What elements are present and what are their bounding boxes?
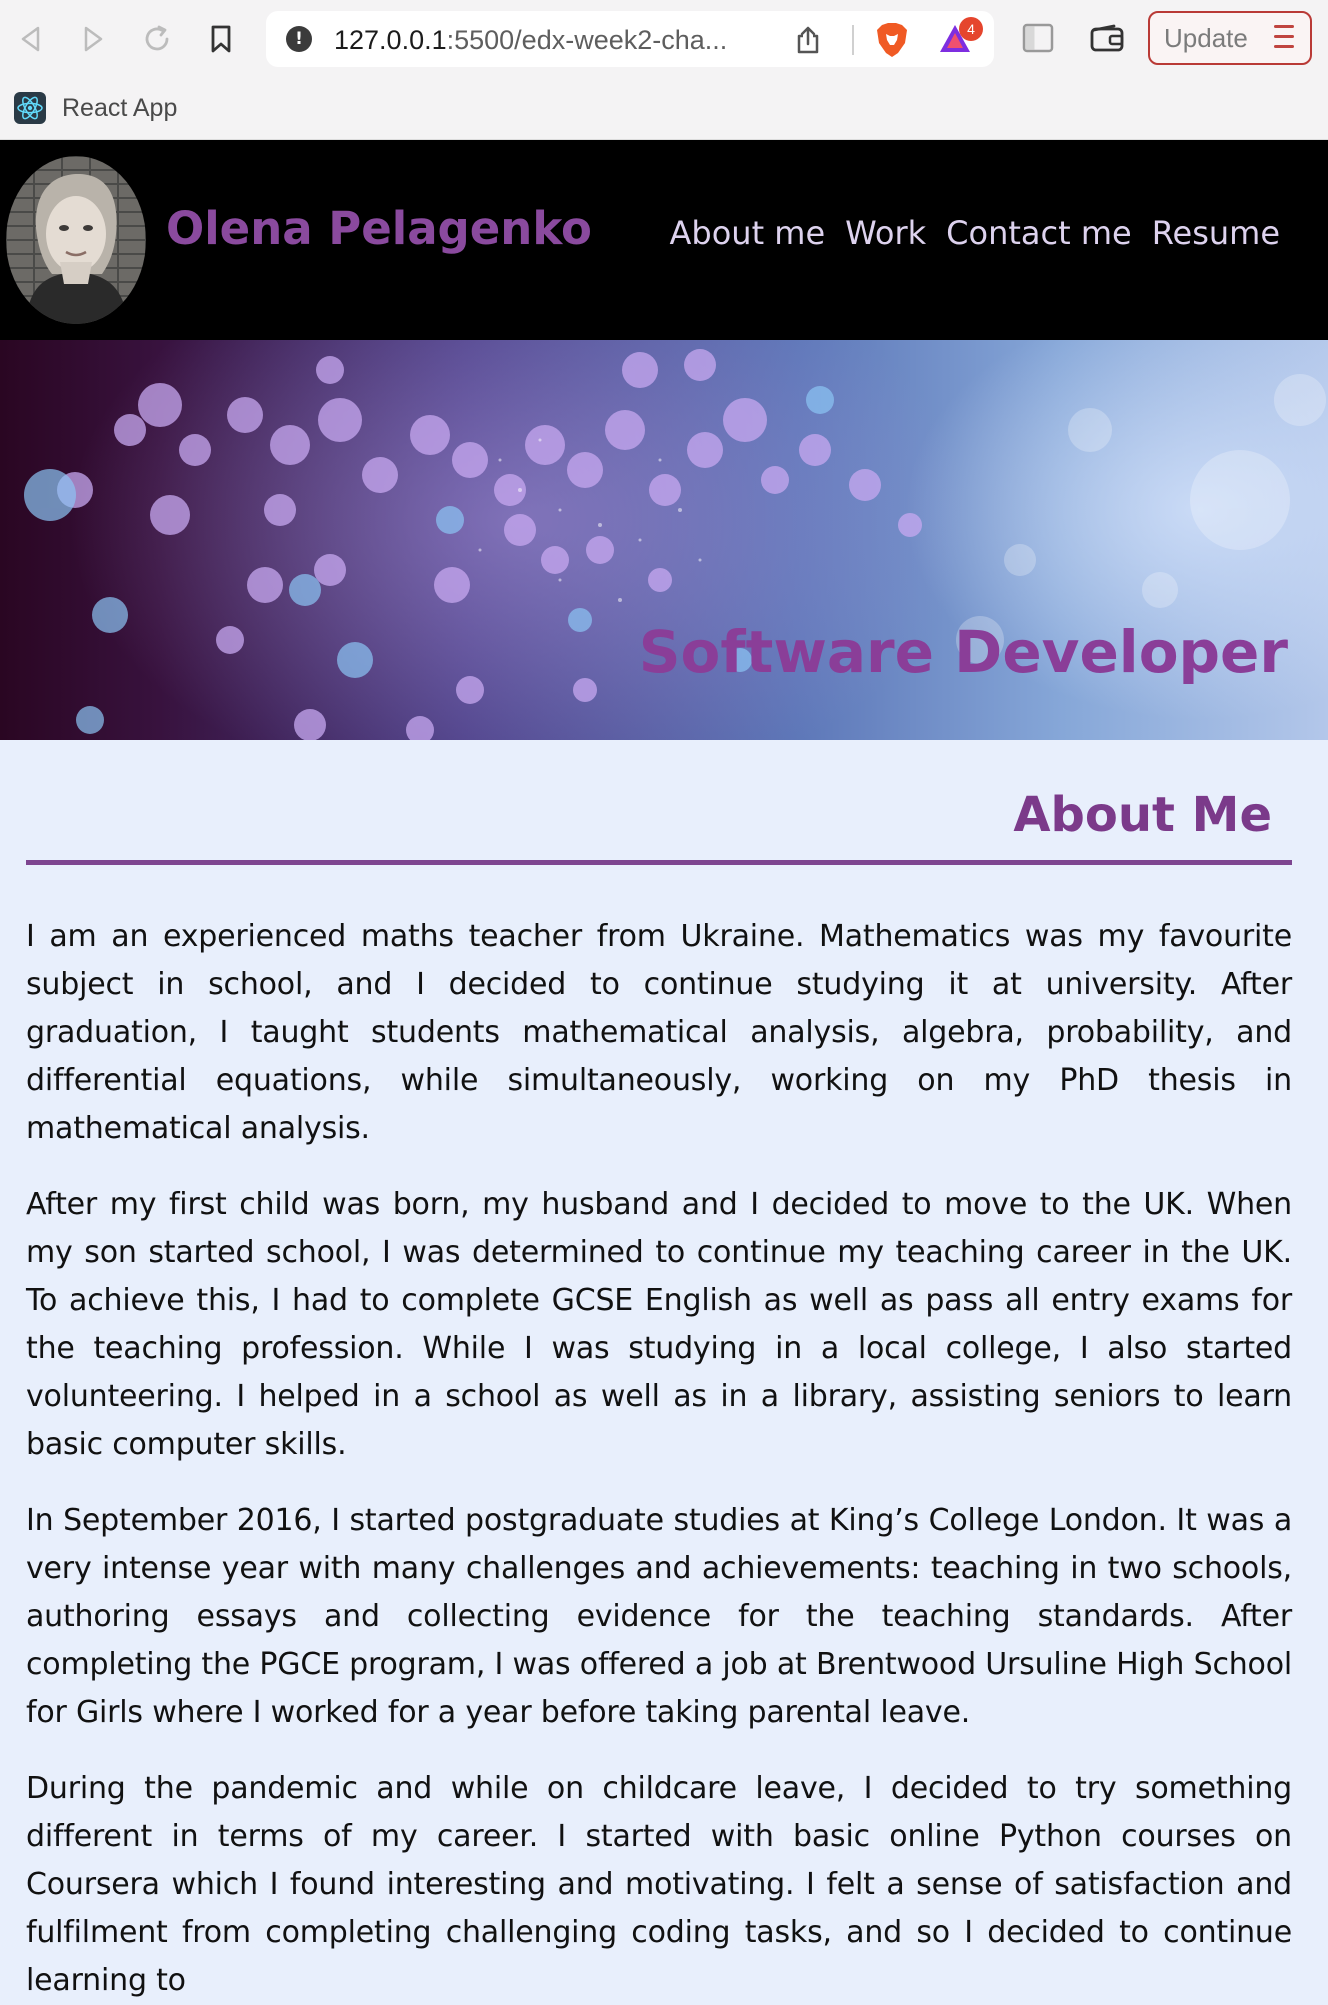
back-icon[interactable] [14, 22, 48, 56]
about-paragraph-3: In September 2016, I started postgraduat… [26, 1503, 1292, 1730]
update-label: Update [1164, 22, 1248, 53]
wallet-icon[interactable] [1090, 24, 1124, 52]
bookmarks-bar: React App [0, 78, 1328, 140]
about-section: About Me I am an experienced maths teach… [26, 740, 1292, 2005]
nav-link-resume[interactable]: Resume [1152, 214, 1280, 252]
react-logo-icon [14, 92, 46, 124]
about-paragraph-2: After my first child was born, my husban… [26, 1187, 1292, 1462]
sidebar-toggle-icon[interactable] [1022, 23, 1054, 53]
brave-shield-icon[interactable] [874, 21, 910, 59]
avatar [6, 156, 146, 324]
nav-link-work[interactable]: Work [845, 214, 926, 252]
nav-link-contact[interactable]: Contact me [946, 214, 1132, 252]
site-info-icon[interactable]: ! [286, 26, 312, 52]
section-title: About Me [1013, 787, 1272, 843]
about-paragraphs: I am an experienced maths teacher from U… [26, 913, 1292, 2005]
site-header: Olena Pelagenko About me Work Contact me… [0, 140, 1328, 340]
browser-toolbar: ! 127.0.0.1:5500/edx-week2-cha... 4 Upda… [0, 0, 1328, 78]
main-nav: About me Work Contact me Resume [670, 214, 1281, 252]
address-bar[interactable]: ! 127.0.0.1:5500/edx-week2-cha... 4 [266, 11, 994, 67]
address-bar-divider [852, 25, 854, 55]
about-paragraph-1: I am an experienced maths teacher from U… [26, 919, 1292, 1146]
url-host: 127.0.0.1 [334, 25, 447, 55]
share-icon[interactable] [794, 25, 822, 55]
update-button[interactable]: Update [1148, 11, 1312, 65]
site-name[interactable]: Olena Pelagenko [166, 202, 592, 255]
nav-link-about[interactable]: About me [670, 214, 826, 252]
url-path: :5500/edx-week2-cha... [446, 25, 728, 55]
forward-icon[interactable] [76, 22, 110, 56]
reload-icon[interactable] [140, 22, 174, 56]
url-text: 127.0.0.1:5500/edx-week2-cha... [334, 25, 727, 56]
rewards-badge: 4 [959, 17, 983, 41]
bookmark-icon[interactable] [204, 22, 238, 56]
hero-title: Software Developer [638, 618, 1288, 686]
hero-banner: Software Developer [0, 340, 1328, 740]
bookmark-label: React App [62, 93, 178, 122]
bookmark-react-app[interactable]: React App [14, 92, 177, 124]
section-divider [26, 860, 1292, 865]
menu-icon [1274, 25, 1294, 55]
about-paragraph-4: During the pandemic and while on childca… [26, 1771, 1292, 1998]
